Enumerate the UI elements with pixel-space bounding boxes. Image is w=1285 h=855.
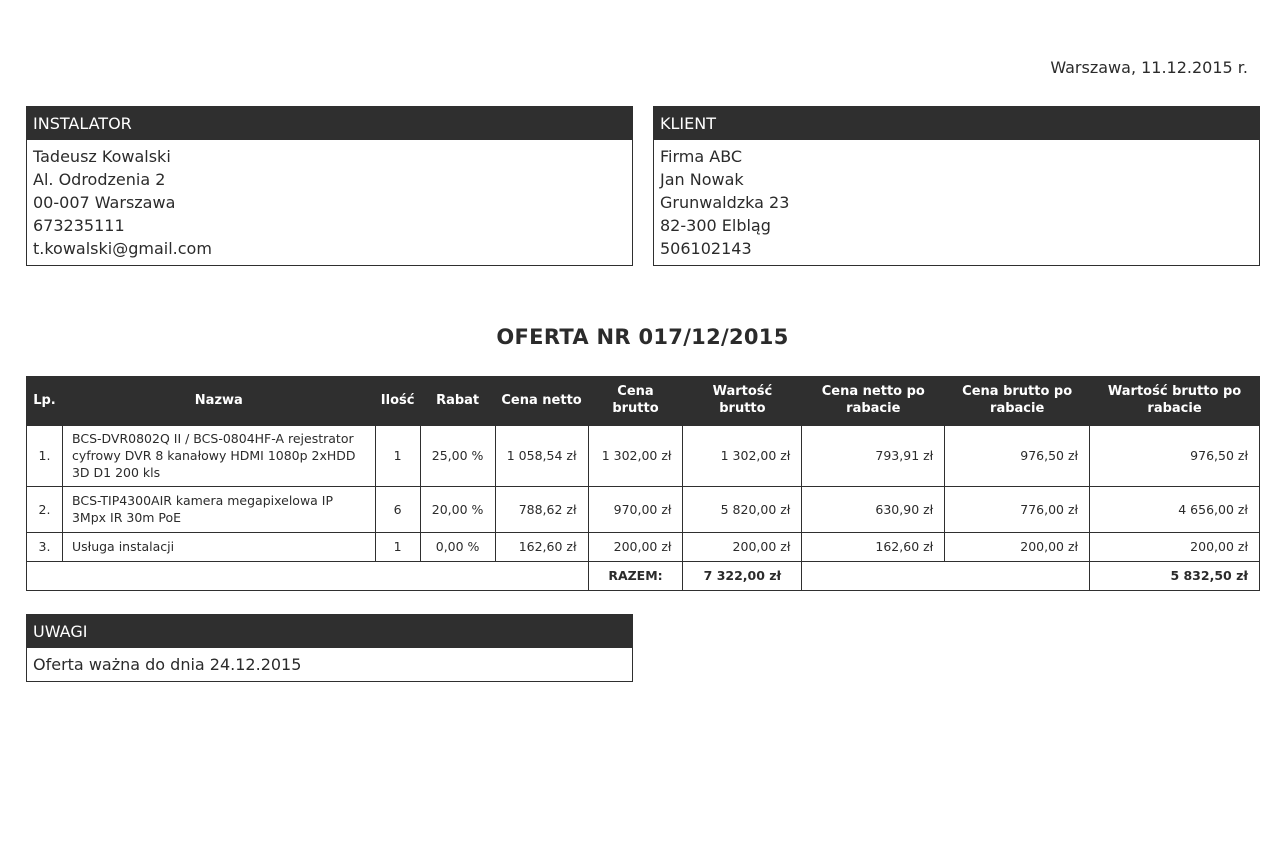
cell-cena-brutto: 1 302,00 zł — [587, 424, 684, 487]
cell-cena-netto: 162,60 zł — [494, 531, 589, 562]
cell-cena-brutto: 970,00 zł — [587, 485, 684, 533]
offer-title: OFERTA NR 017/12/2015 — [496, 325, 789, 349]
client-box: KLIENT Firma ABC Jan Nowak Grunwaldzka 2… — [653, 106, 1260, 266]
installer-name: Tadeusz Kowalski — [33, 147, 171, 166]
cell-lp: 3. — [26, 531, 63, 562]
cell-wartosc-brutto: 1 302,00 zł — [682, 424, 803, 487]
total-spacer-2 — [801, 560, 1091, 591]
cell-cena-brutto-po-rabacie: 976,50 zł — [944, 424, 1091, 487]
header-cena-brutto-po-rabacie: Cena brutto po rabacie — [944, 376, 1091, 425]
installer-city: 00-007 Warszawa — [33, 193, 176, 212]
header-wartosc-brutto: Wartość brutto — [682, 376, 803, 425]
header-cena-netto: Cena netto — [494, 376, 589, 425]
header-nazwa: Nazwa — [61, 376, 376, 425]
client-name: Jan Nowak — [660, 170, 744, 189]
cell-nazwa: BCS-TIP4300AIR kamera megapixelowa IP 3M… — [61, 485, 376, 533]
total-wartosc-brutto-po-rabacie: 5 832,50 zł — [1089, 560, 1260, 591]
cell-wartosc-brutto: 200,00 zł — [682, 531, 803, 562]
table-row: 3. Usługa instalacji 1 0,00 % 162,60 zł … — [26, 531, 1260, 562]
table-header-row: Lp. Nazwa Ilość Rabat Cena netto Cena br… — [26, 376, 1260, 425]
client-phone: 506102143 — [660, 239, 752, 258]
total-spacer — [26, 560, 589, 591]
cell-nazwa: BCS-DVR0802Q II / BCS-0804HF-A rejestrat… — [61, 424, 376, 487]
header-lp: Lp. — [26, 376, 63, 425]
cell-lp: 1. — [26, 424, 63, 487]
client-street: Grunwaldzka 23 — [660, 193, 790, 212]
cell-ilosc: 1 — [374, 531, 421, 562]
installer-box: INSTALATOR Tadeusz Kowalski Al. Odrodzen… — [26, 106, 633, 266]
cell-rabat: 25,00 % — [419, 424, 496, 487]
header-cena-brutto: Cena brutto — [587, 376, 684, 425]
cell-cena-brutto-po-rabacie: 776,00 zł — [944, 485, 1091, 533]
client-city: 82-300 Elbląg — [660, 216, 771, 235]
client-company: Firma ABC — [660, 147, 743, 166]
cell-cena-netto-po-rabacie: 162,60 zł — [801, 531, 946, 562]
cell-wartosc-brutto-po-rabacie: 4 656,00 zł — [1089, 485, 1260, 533]
table-row: 2. BCS-TIP4300AIR kamera megapixelowa IP… — [26, 485, 1260, 533]
notes-text: Oferta ważna do dnia 24.12.2015 — [33, 655, 302, 674]
cell-nazwa: Usługa instalacji — [61, 531, 376, 562]
header-wartosc-brutto-po-rabacie: Wartość brutto po rabacie — [1089, 376, 1260, 425]
header-rabat: Rabat — [419, 376, 496, 425]
cell-rabat: 20,00 % — [419, 485, 496, 533]
cell-cena-netto-po-rabacie: 630,90 zł — [801, 485, 946, 533]
document-date: Warszawa, 11.12.2015 r. — [1050, 58, 1248, 77]
cell-lp: 2. — [26, 485, 63, 533]
cell-wartosc-brutto-po-rabacie: 200,00 zł — [1089, 531, 1260, 562]
total-label: RAZEM: — [587, 560, 684, 591]
cell-wartosc-brutto-po-rabacie: 976,50 zł — [1089, 424, 1260, 487]
cell-cena-netto-po-rabacie: 793,91 zł — [801, 424, 946, 487]
installer-street: Al. Odrodzenia 2 — [33, 170, 166, 189]
header-ilosc: Ilość — [374, 376, 421, 425]
cell-cena-netto: 1 058,54 zł — [494, 424, 589, 487]
client-details: Firma ABC Jan Nowak Grunwaldzka 23 82-30… — [654, 140, 1259, 260]
offer-items-table: Lp. Nazwa Ilość Rabat Cena netto Cena br… — [26, 376, 1260, 591]
cell-ilosc: 6 — [374, 485, 421, 533]
total-wartosc-brutto: 7 322,00 zł — [682, 560, 803, 591]
cell-cena-netto: 788,62 zł — [494, 485, 589, 533]
cell-wartosc-brutto: 5 820,00 zł — [682, 485, 803, 533]
installer-heading: INSTALATOR — [27, 107, 632, 140]
installer-details: Tadeusz Kowalski Al. Odrodzenia 2 00-007… — [27, 140, 632, 260]
cell-ilosc: 1 — [374, 424, 421, 487]
header-cena-netto-po-rabacie: Cena netto po rabacie — [801, 376, 946, 425]
notes-box: UWAGI Oferta ważna do dnia 24.12.2015 — [26, 614, 633, 682]
installer-email: t.kowalski@gmail.com — [33, 239, 212, 258]
table-total-row: RAZEM: 7 322,00 zł 5 832,50 zł — [26, 560, 1260, 591]
notes-heading: UWAGI — [27, 615, 632, 648]
cell-cena-brutto-po-rabacie: 200,00 zł — [944, 531, 1091, 562]
table-row: 1. BCS-DVR0802Q II / BCS-0804HF-A rejest… — [26, 424, 1260, 487]
cell-cena-brutto: 200,00 zł — [587, 531, 684, 562]
client-heading: KLIENT — [654, 107, 1259, 140]
installer-phone: 673235111 — [33, 216, 125, 235]
cell-rabat: 0,00 % — [419, 531, 496, 562]
